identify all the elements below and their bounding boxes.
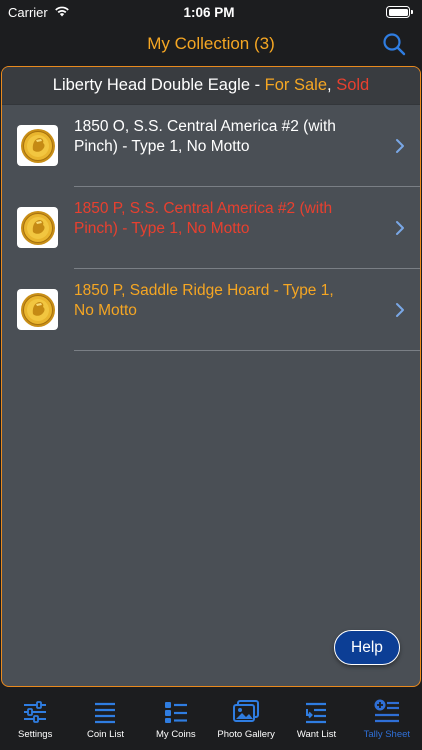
- section-header: Liberty Head Double Eagle - For Sale , S…: [2, 67, 420, 105]
- tally-sheet-icon: [373, 698, 401, 726]
- list-item[interactable]: 1850 P, S.S. Central America #2 (with Pi…: [2, 187, 420, 269]
- coin-image-icon: [20, 128, 55, 163]
- coin-title-line2: Pinch) - Type 1, No Motto: [74, 219, 250, 237]
- status-bar: Carrier 1:06 PM: [0, 0, 422, 24]
- search-icon: [383, 33, 406, 56]
- legend-for-sale: For Sale: [264, 76, 328, 94]
- battery-icon: [386, 6, 413, 18]
- coin-title-line1: 1850 O, S.S. Central America #2 (with: [74, 118, 336, 135]
- coin-thumbnail: [17, 125, 58, 166]
- tab-bar: Settings Coin List My Coins Photo Galler…: [0, 690, 422, 750]
- tab-tally-sheet[interactable]: Tally Sheet: [352, 690, 422, 750]
- status-time: 1:06 PM: [183, 4, 235, 20]
- sliders-icon: [21, 698, 49, 726]
- chevron-right-icon: [396, 303, 404, 317]
- coin-image-icon: [20, 210, 55, 245]
- coin-title: 1850 P, S.S. Central America #2 (with Pi…: [74, 199, 374, 238]
- nav-bar: My Collection (3): [0, 24, 422, 64]
- tab-want-list[interactable]: Want List: [281, 690, 351, 750]
- carrier-label: Carrier: [8, 4, 48, 20]
- coin-title-line1: 1850 P, Saddle Ridge Hoard - Type 1,: [74, 282, 334, 299]
- section-title: Liberty Head Double Eagle -: [52, 76, 265, 94]
- legend-separator: ,: [327, 76, 337, 94]
- coin-title: 1850 O, S.S. Central America #2 (with Pi…: [74, 117, 374, 156]
- coin-title-line2: Pinch) - Type 1, No Motto: [74, 137, 250, 155]
- chevron-right-icon: [396, 221, 404, 235]
- page-title: My Collection (3): [147, 34, 275, 53]
- tab-settings[interactable]: Settings: [0, 690, 70, 750]
- coin-image-icon: [20, 292, 55, 327]
- tab-label: Photo Gallery: [217, 729, 275, 740]
- collection-panel: Liberty Head Double Eagle - For Sale , S…: [1, 66, 421, 687]
- coin-thumbnail: [17, 207, 58, 248]
- want-list-icon: [302, 698, 330, 726]
- tab-label: Coin List: [87, 729, 124, 740]
- tab-label: Settings: [18, 729, 53, 740]
- list-item[interactable]: 1850 P, Saddle Ridge Hoard - Type 1, No …: [2, 269, 420, 351]
- help-button[interactable]: Help: [334, 630, 400, 665]
- coin-title-line2: No Motto: [74, 301, 137, 319]
- coin-thumbnail: [17, 289, 58, 330]
- list-icon: [91, 698, 119, 726]
- list-item[interactable]: 1850 O, S.S. Central America #2 (with Pi…: [2, 105, 420, 187]
- search-button[interactable]: [380, 30, 408, 58]
- tab-label: Tally Sheet: [363, 729, 411, 740]
- chevron-right-icon: [396, 139, 404, 153]
- tab-label: Want List: [296, 729, 337, 740]
- tab-my-coins[interactable]: My Coins: [141, 690, 211, 750]
- coin-list: 1850 O, S.S. Central America #2 (with Pi…: [2, 105, 420, 351]
- tab-coin-list[interactable]: Coin List: [70, 690, 140, 750]
- tab-label: My Coins: [156, 729, 196, 740]
- legend-sold: Sold: [336, 76, 370, 94]
- coin-title: 1850 P, Saddle Ridge Hoard - Type 1, No …: [74, 281, 374, 320]
- photo-gallery-icon: [232, 698, 260, 726]
- coin-title-line1: 1850 P, S.S. Central America #2 (with: [74, 200, 333, 217]
- status-left: Carrier: [8, 5, 128, 20]
- grid-list-icon: [162, 698, 190, 726]
- tab-photo-gallery[interactable]: Photo Gallery: [211, 690, 281, 750]
- status-right: [290, 6, 413, 18]
- wifi-icon: [54, 5, 70, 20]
